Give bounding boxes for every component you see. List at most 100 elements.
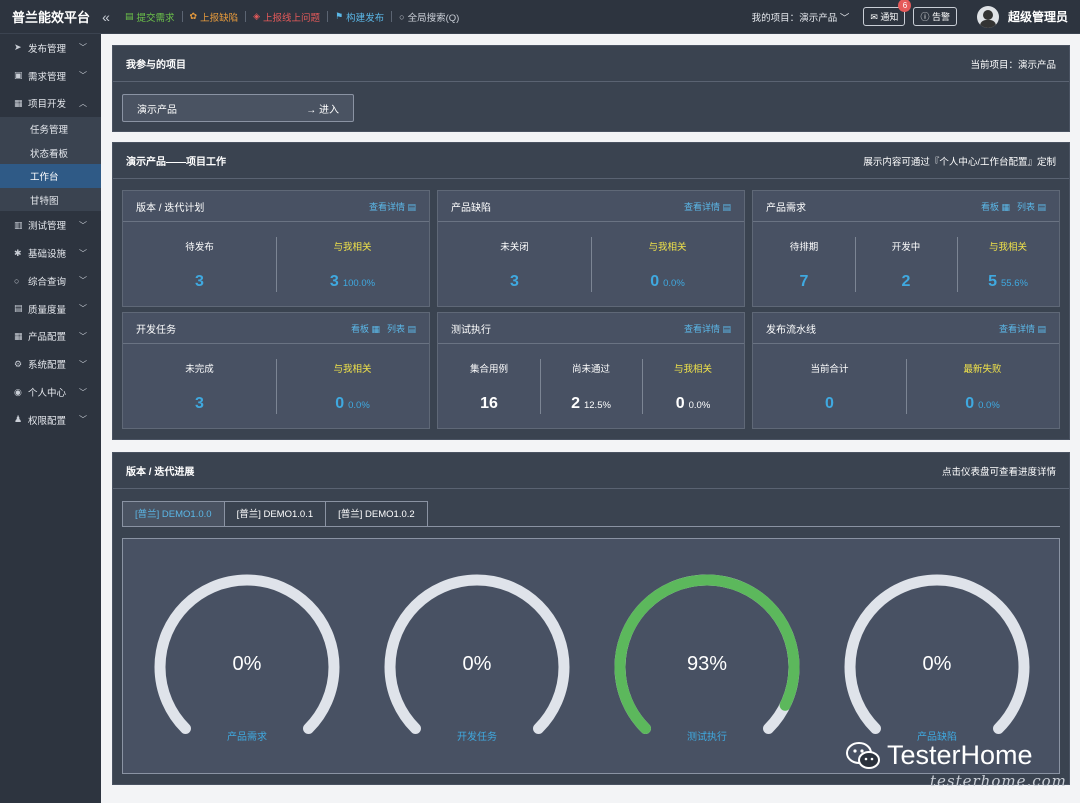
sidebar-item-label: 项目开发 xyxy=(28,99,67,111)
collapse-sidebar-icon[interactable]: « xyxy=(94,9,118,25)
chevron-down-icon: ﹀ xyxy=(79,331,87,341)
sidebar-item-label: 综合查询 xyxy=(28,276,67,288)
sidebar-item-1[interactable]: ▣ 需求管理 ﹀ xyxy=(0,62,101,90)
stat-percent: 0.0% xyxy=(348,399,370,411)
sidebar-item-6[interactable]: ▤ 质量度量 ﹀ xyxy=(0,295,101,323)
project-icon: ▦ xyxy=(14,97,23,108)
card-link[interactable]: 查看详情 ▤ xyxy=(684,202,731,212)
stat-cell[interactable]: 最新失败 0 0.0% xyxy=(906,344,1059,429)
stat-cell[interactable]: 开发中 2 xyxy=(855,222,957,307)
my-project-selector[interactable]: 我的项目：演示产品 ﹀ xyxy=(752,10,850,24)
sidebar-item-5[interactable]: ○ 综合查询 ﹀ xyxy=(0,267,101,295)
card-link[interactable]: 查看详情 ▤ xyxy=(999,324,1046,334)
card-header: 测试执行 查看详情 ▤ xyxy=(438,313,744,344)
avatar[interactable] xyxy=(976,5,999,28)
card-link[interactable]: 看板 ▦ xyxy=(981,202,1010,212)
user-name[interactable]: 超级管理员 xyxy=(1008,8,1068,25)
quick-link-4[interactable]: ○ 全局搜索(Q) xyxy=(392,11,466,24)
quick-link-3[interactable]: ⚑ 构建发布 xyxy=(328,11,393,24)
work-card-0: 版本 / 迭代计划 查看详情 ▤ 待发布 3 与我相关 3 100.0% xyxy=(122,190,430,307)
stat-cell[interactable]: 与我相关 3 100.0% xyxy=(276,222,429,307)
sidebar-item-label: 产品配置 xyxy=(28,332,67,344)
stat-value: 3 xyxy=(195,273,204,291)
gauge-label: 产品需求 xyxy=(227,732,267,743)
quick-link-0[interactable]: ▤ 提交需求 xyxy=(118,11,183,24)
card-link[interactable]: 看板 ▦ xyxy=(351,324,380,334)
stat-cell[interactable]: 未关闭 3 xyxy=(438,222,591,307)
sidebar-item-2[interactable]: ▦ 项目开发 ︿ xyxy=(0,90,101,118)
sidebar-subitem-2[interactable]: 工作台 xyxy=(0,164,101,188)
sidebar-item-4[interactable]: ✱ 基础设施 ﹀ xyxy=(0,239,101,267)
tab-iteration-0[interactable]: [普兰] DEMO1.0.0 xyxy=(122,501,225,527)
bug-icon: ✿ xyxy=(189,11,198,21)
sidebar-item-8[interactable]: ⚙ 系统配置 ﹀ xyxy=(0,350,101,378)
quick-link-2[interactable]: ◈ 上报线上问题 xyxy=(246,11,329,24)
stat-number: 3 xyxy=(195,272,204,290)
stat-number: 2 xyxy=(901,272,911,290)
iteration-progress-header: 版本 / 迭代进展 点击仪表盘可查看进度详情 xyxy=(113,453,1069,489)
stat-cell[interactable]: 待发布 3 xyxy=(123,222,276,307)
notify-button[interactable]: ✉ 通知 6 xyxy=(863,0,912,26)
stat-value: 0 0.0% xyxy=(965,395,1000,413)
sidebar-item-10[interactable]: ♟ 权限配置 ﹀ xyxy=(0,406,101,434)
stat-cell[interactable]: 与我相关 5 55.6% xyxy=(957,222,1059,307)
sidebar: ➤ 发布管理 ﹀ ▣ 需求管理 ﹀ ▦ 项目开发 ︿ 任务管理 状态看板 工作台 甘特图 ▥ 测试管理 ﹀ ✱ 基… xyxy=(0,34,101,803)
stat-cell[interactable]: 与我相关 0 0.0% xyxy=(642,344,744,429)
stat-cell[interactable]: 集合用例 16 xyxy=(438,344,540,429)
gauge-1[interactable]: 0% 开发任务 xyxy=(362,539,592,775)
stat-cell[interactable]: 与我相关 0 0.0% xyxy=(276,344,429,429)
iteration-tabs: [普兰] DEMO1.0.0 [普兰] DEMO1.0.1 [普兰] DEMO1.0… xyxy=(122,501,428,527)
stat-label: 与我相关 xyxy=(333,241,372,253)
stat-value: 0 xyxy=(825,395,834,413)
gauge-value: 0% xyxy=(232,653,262,675)
project-card[interactable]: 演示产品 → 进入 xyxy=(122,94,354,122)
search-icon: ○ xyxy=(399,11,405,22)
card-link[interactable]: 列表 ▤ xyxy=(1017,202,1046,212)
card-link[interactable]: 列表 ▤ xyxy=(387,324,416,334)
stat-number: 0 xyxy=(825,394,834,412)
sidebar-item-0[interactable]: ➤ 发布管理 ﹀ xyxy=(0,34,101,62)
enter-project-link[interactable]: → 进入 xyxy=(306,101,339,116)
stat-label: 最新失败 xyxy=(963,363,1002,375)
card-body: 当前合计 0 最新失败 0 0.0% xyxy=(753,344,1059,429)
card-links: 查看详情 ▤ xyxy=(684,322,731,335)
stat-cell[interactable]: 当前合计 0 xyxy=(753,344,906,429)
stat-cell[interactable]: 未完成 3 xyxy=(123,344,276,429)
stat-cell[interactable]: 待排期 7 xyxy=(753,222,855,307)
stat-number: 3 xyxy=(329,272,339,290)
card-title: 产品缺陷 xyxy=(451,202,491,214)
notify-badge: 6 xyxy=(898,0,912,12)
chevron-down-icon: ﹀ xyxy=(79,304,87,314)
chevron-down-icon: ﹀ xyxy=(79,387,87,397)
alarm-button[interactable]: ⓘ 告警 xyxy=(913,7,957,26)
tab-iteration-1[interactable]: [普兰] DEMO1.0.1 xyxy=(223,501,327,527)
tab-iteration-2[interactable]: [普兰] DEMO1.0.2 xyxy=(325,501,428,527)
gauge-0[interactable]: 0% 产品需求 xyxy=(132,539,362,775)
card-body: 待排期 7 开发中 2 与我相关 5 55.6% xyxy=(753,222,1059,307)
stat-label: 与我相关 xyxy=(988,241,1027,253)
gauge-2[interactable]: 93% 测试执行 xyxy=(592,539,822,775)
sidebar-subitem-3[interactable]: 甘特图 xyxy=(0,187,101,212)
sidebar-subitem-0[interactable]: 任务管理 xyxy=(0,117,101,141)
sidebar-subitem-1[interactable]: 状态看板 xyxy=(0,140,101,165)
sidebar-item-7[interactable]: ▦ 产品配置 ﹀ xyxy=(0,323,101,351)
project-work-panel: 演示产品——项目工作 展示内容可通过『个人中心/工作台配置』定制 版本 / 迭代… xyxy=(112,142,1070,440)
stat-percent: 0.0% xyxy=(663,277,685,289)
my-projects-header: 我参与的项目 当前项目：演示产品 xyxy=(113,46,1069,82)
stat-cell[interactable]: 尚未通过 2 12.5% xyxy=(540,344,642,429)
quality-icon: ▤ xyxy=(14,303,23,314)
stat-label: 待发布 xyxy=(185,241,214,253)
chevron-down-icon: ﹀ xyxy=(79,220,87,230)
card-link[interactable]: 查看详情 ▤ xyxy=(369,202,416,212)
stat-value: 16 xyxy=(480,395,498,413)
sidebar-item-3[interactable]: ▥ 测试管理 ﹀ xyxy=(0,211,101,239)
quick-link-1[interactable]: ✿ 上报缺陷 xyxy=(183,11,247,24)
quick-link-label: 构建发布 xyxy=(346,12,385,24)
chevron-down-icon: ﹀ xyxy=(79,43,87,53)
card-header: 发布流水线 查看详情 ▤ xyxy=(753,313,1059,344)
card-link[interactable]: 查看详情 ▤ xyxy=(684,324,731,334)
stat-cell[interactable]: 与我相关 0 0.0% xyxy=(591,222,744,307)
stat-percent: 55.6% xyxy=(1000,277,1028,289)
gauge-value: 93% xyxy=(686,653,728,675)
sidebar-item-9[interactable]: ◉ 个人中心 ﹀ xyxy=(0,378,101,406)
